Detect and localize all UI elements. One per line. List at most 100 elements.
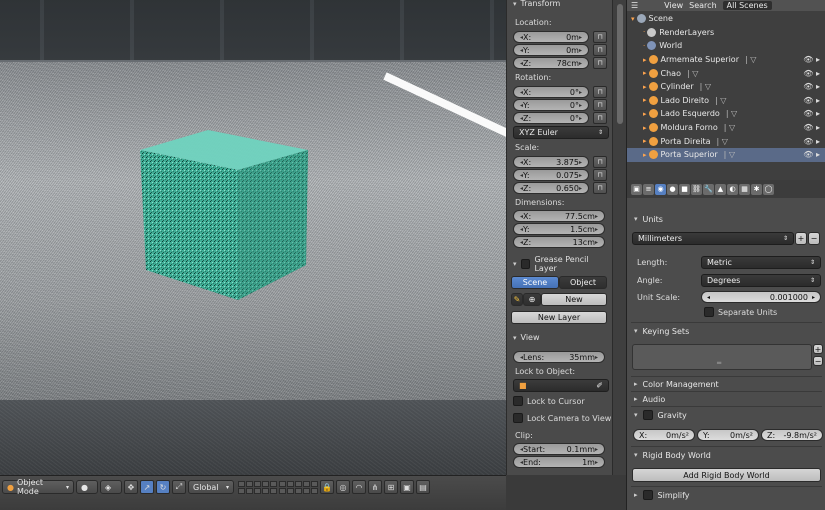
clip-end-field[interactable]: ◂ End: 1m ▸	[513, 456, 605, 468]
angle-unit-dropdown[interactable]: Degrees ⇕	[701, 274, 821, 287]
outliner-row[interactable]: ▸ Chao | ▽ 👁 ▸	[627, 66, 825, 80]
render-layers-tab-icon[interactable]: ≡	[643, 183, 654, 195]
add-preset-button[interactable]: +	[795, 232, 807, 245]
separate-units-checkbox[interactable]	[704, 307, 714, 317]
snap-toggle[interactable]: ⋔	[368, 480, 382, 494]
remove-preset-button[interactable]: −	[808, 232, 820, 245]
texture-tab-icon[interactable]: ▦	[739, 183, 750, 195]
grease-pencil-checkbox[interactable]	[520, 258, 531, 269]
properties-shelf-scrollbar[interactable]	[612, 0, 626, 475]
scale-x-field[interactable]: ◂ X: 3.875 ▸	[513, 156, 589, 168]
location-x-field[interactable]: ◂ X: 0m ▸	[513, 31, 589, 43]
outliner-row[interactable]: ▾ Scene	[627, 12, 825, 26]
snap-element-dropdown[interactable]: ⊞	[384, 480, 398, 494]
gp-new-layer-button[interactable]: New Layer	[511, 311, 607, 324]
clip-start-field[interactable]: ◂ Start: 0.1mm ▸	[513, 443, 605, 455]
pivot-point-dropdown[interactable]: ◈	[100, 480, 122, 494]
gravity-x-field[interactable]: X: 0m/s²	[633, 429, 695, 441]
dimensions-z-field[interactable]: ◂ Z: 13cm ▸	[513, 236, 605, 248]
visibility-eye-icon[interactable]: 👁 ▸	[803, 109, 820, 118]
outliner-view-menu[interactable]: View	[664, 1, 683, 10]
object-mode-dropdown[interactable]: ● Object Mode ▾	[2, 478, 74, 496]
scale-z-field[interactable]: ◂ Z: 0.650 ▸	[513, 182, 589, 194]
rotation-x-field[interactable]: ◂ X: 0° ▸	[513, 86, 589, 98]
rotate-manipulator[interactable]: ↻	[156, 480, 170, 494]
proportional-edit-button[interactable]: ◎	[336, 480, 350, 494]
triangle-right-icon[interactable]: ▸	[643, 151, 647, 159]
outliner-row[interactable]: · World	[627, 39, 825, 53]
editor-type-icon[interactable]: ☰	[631, 1, 638, 10]
rotation-x-lock[interactable]: ⊓	[593, 86, 607, 98]
gravity-y-field[interactable]: Y: 0m/s²	[697, 429, 759, 441]
data-tab-icon[interactable]: ▲	[715, 183, 726, 195]
viewport-shading-dropdown[interactable]: ●	[76, 480, 98, 494]
units-preset-dropdown[interactable]: Millimeters ⇕	[632, 232, 794, 245]
scene-layers[interactable]	[238, 480, 277, 494]
triangle-right-icon[interactable]: ▸	[643, 137, 647, 145]
object-tab-icon[interactable]: ■	[679, 183, 690, 195]
audio-panel-header[interactable]: ▸ Audio	[627, 392, 825, 406]
simplify-checkbox[interactable]	[642, 490, 653, 500]
gravity-checkbox[interactable]	[642, 410, 653, 420]
keying-sets-panel-header[interactable]: ▾ Keying Sets	[627, 324, 825, 338]
manipulator-toggle[interactable]: ✥	[124, 480, 138, 494]
view-panel-header[interactable]: ▾ View	[507, 330, 612, 345]
visibility-eye-icon[interactable]: 👁 ▸	[803, 150, 820, 159]
lock-layers-button[interactable]: 🔒	[320, 480, 334, 494]
rotation-z-lock[interactable]: ⊓	[593, 112, 607, 124]
gp-scene-button[interactable]: Scene	[511, 276, 559, 289]
location-y-lock[interactable]: ⊓	[593, 44, 607, 56]
material-tab-icon[interactable]: ◐	[727, 183, 738, 195]
scale-z-lock[interactable]: ⊓	[593, 182, 607, 194]
triangle-right-icon[interactable]: ▸	[643, 124, 647, 132]
simplify-panel-header[interactable]: ▸ Simplify	[627, 488, 825, 502]
rotation-mode-dropdown[interactable]: XYZ Euler ⇕	[513, 126, 609, 139]
visibility-eye-icon[interactable]: 👁 ▸	[803, 82, 820, 91]
rotation-y-field[interactable]: ◂ Y: 0° ▸	[513, 99, 589, 111]
3d-viewport[interactable]	[0, 0, 506, 475]
display-mode-dropdown[interactable]: All Scenes	[722, 1, 772, 10]
dimensions-y-field[interactable]: ◂ Y: 1.5cm ▸	[513, 223, 605, 235]
scale-y-lock[interactable]: ⊓	[593, 169, 607, 181]
triangle-right-icon[interactable]: ▸	[643, 83, 647, 91]
gravity-z-field[interactable]: Z: -9.8m/s²	[761, 429, 823, 441]
constraints-tab-icon[interactable]: ⛓	[691, 183, 702, 195]
location-y-field[interactable]: ◂ Y: 0m ▸	[513, 44, 589, 56]
add-keying-set-button[interactable]: +	[813, 344, 823, 354]
outliner-row[interactable]: ▸ Moldura Forno | ▽ 👁 ▸	[627, 121, 825, 135]
keying-sets-list[interactable]: ═	[632, 344, 812, 370]
color-management-panel-header[interactable]: ▸ Color Management	[627, 377, 825, 391]
rotation-y-lock[interactable]: ⊓	[593, 99, 607, 111]
triangle-right-icon[interactable]: ▸	[643, 110, 647, 118]
outliner-row[interactable]: ▸ Armemate Superior | ▽ 👁 ▸	[627, 53, 825, 67]
outliner-row[interactable]: ▸ Lado Direito | ▽ 👁 ▸	[627, 94, 825, 108]
outliner-row[interactable]: ▸ Porta Superior | ▽ 👁 ▸	[627, 148, 825, 162]
particles-tab-icon[interactable]: ✱	[751, 183, 762, 195]
falloff-button[interactable]: ◠	[352, 480, 366, 494]
triangle-right-icon[interactable]: ·	[643, 28, 645, 36]
scale-x-lock[interactable]: ⊓	[593, 156, 607, 168]
gp-brush-icon-button[interactable]: ✎	[511, 293, 523, 306]
scale-manipulator[interactable]: ⤢	[172, 480, 186, 494]
scrollbar-thumb[interactable]	[617, 4, 623, 124]
physics-tab-icon[interactable]: ◯	[763, 183, 774, 195]
triangle-right-icon[interactable]: ·	[643, 42, 645, 50]
rigid-body-world-panel-header[interactable]: ▾ Rigid Body World	[627, 448, 825, 462]
scene-tab-icon[interactable]: ◉	[655, 183, 666, 195]
outliner-search-menu[interactable]: Search	[689, 1, 716, 10]
grease-pencil-panel-header[interactable]: ▾ Grease Pencil Layer	[507, 255, 612, 273]
location-z-field[interactable]: ◂ Z: 78cm ▸	[513, 57, 589, 69]
units-panel-header[interactable]: ▾ Units	[627, 212, 825, 226]
modifiers-tab-icon[interactable]: 🔧	[703, 183, 714, 195]
visibility-eye-icon[interactable]: 👁 ▸	[803, 69, 820, 78]
gp-new-button[interactable]: New	[541, 293, 607, 306]
add-rigid-body-world-button[interactable]: Add Rigid Body World	[632, 468, 821, 482]
triangle-right-icon[interactable]: ▸	[643, 69, 647, 77]
location-x-lock[interactable]: ⊓	[593, 31, 607, 43]
scene-layers-2[interactable]	[279, 480, 318, 494]
visibility-eye-icon[interactable]: 👁 ▸	[803, 96, 820, 105]
outliner-row[interactable]: ▸ Cylinder | ▽ 👁 ▸	[627, 80, 825, 94]
triangle-down-icon[interactable]: ▾	[631, 15, 635, 23]
dimensions-x-field[interactable]: ◂ X: 77.5cm ▸	[513, 210, 605, 222]
visibility-eye-icon[interactable]: 👁 ▸	[803, 137, 820, 146]
